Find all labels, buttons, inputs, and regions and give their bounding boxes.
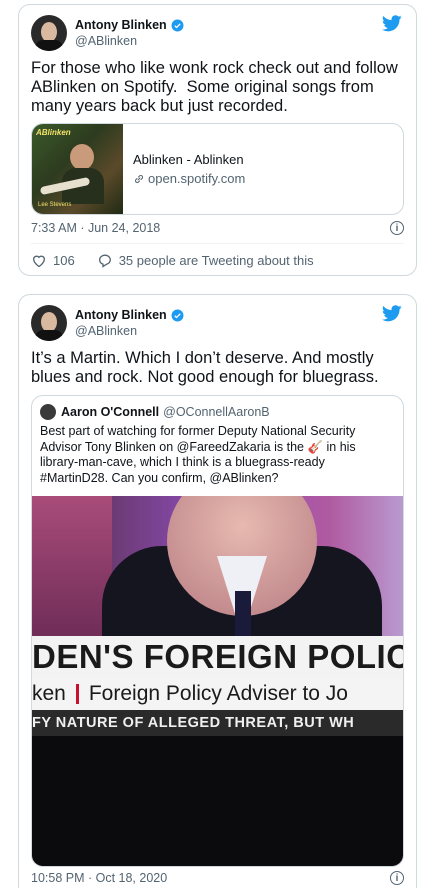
quote-author-name: Aaron O'Connell [61,405,160,419]
chyron-name: ken [32,682,66,705]
tweet-text: It’s a Martin. Which I don’t deserve. An… [31,349,379,386]
tweet-timestamp[interactable]: 10:58 PM · Oct 18, 2020 [31,871,167,885]
quote-text: Best part of watching for former Deputy … [32,420,403,486]
link-title: Ablinken - Ablinken [133,152,244,167]
quote-media-image[interactable]: DEN'S FOREIGN POLIC ken Foreign Policy Ad… [32,496,403,866]
guitar-emoji-icon: 🎸 [307,439,324,454]
thumbnail-caption: Lee Stevens [38,202,72,208]
conversation-text: 35 people are Tweeting about this [118,253,314,268]
heart-icon [32,255,46,268]
link-thumbnail: ABlinken Lee Stevens [32,124,123,214]
tweet-text: For those who like wonk rock check out a… [31,59,402,115]
like-count: 106 [53,253,75,268]
chyron-title: Foreign Policy Adviser to Jo [88,682,348,705]
info-icon[interactable]: i [390,871,404,885]
tweet-card-2[interactable]: Antony Blinken @ABlinken It’s a Martin. … [18,294,417,888]
verified-badge-icon [171,19,184,31]
twitter-bird-icon[interactable] [382,305,402,322]
like-button[interactable]: 106 [31,253,75,268]
quote-author-handle: @OConnellAaronB [163,405,270,419]
link-preview-card[interactable]: ABlinken Lee Stevens Ablinken - Ablinken… [31,123,404,215]
tweet-header: Antony Blinken @ABlinken [31,15,184,51]
avatar[interactable] [31,15,67,51]
quote-avatar [40,404,56,420]
author-handle[interactable]: @ABlinken [75,33,184,49]
verified-badge-icon [171,309,184,321]
tweet-card-1[interactable]: Antony Blinken @ABlinken For those who l… [18,4,417,276]
link-domain: open.spotify.com [148,171,246,186]
author-name[interactable]: Antony Blinken [75,17,167,33]
author-handle[interactable]: @ABlinken [75,323,184,339]
conversation-button[interactable]: 35 people are Tweeting about this [97,253,314,268]
author-name[interactable]: Antony Blinken [75,307,167,323]
avatar[interactable] [31,305,67,341]
twitter-bird-icon[interactable] [382,15,402,32]
tweet-header: Antony Blinken @ABlinken [31,305,184,341]
tweet-timestamp[interactable]: 7:33 AM · Jun 24, 2018 [31,221,160,235]
divider [31,243,404,244]
thumbnail-title: ABlinken [36,128,71,137]
chyron-ticker: FY NATURE OF ALLEGED THREAT, BUT WH [32,710,403,736]
chyron-subtitle: ken Foreign Policy Adviser to Jo [32,678,403,710]
quoted-tweet[interactable]: Aaron O'Connell @OConnellAaronB Best par… [31,395,404,867]
reply-bubble-icon [98,254,111,268]
link-icon [135,174,143,183]
chyron-headline: DEN'S FOREIGN POLIC [32,636,403,678]
info-icon[interactable]: i [390,221,404,235]
